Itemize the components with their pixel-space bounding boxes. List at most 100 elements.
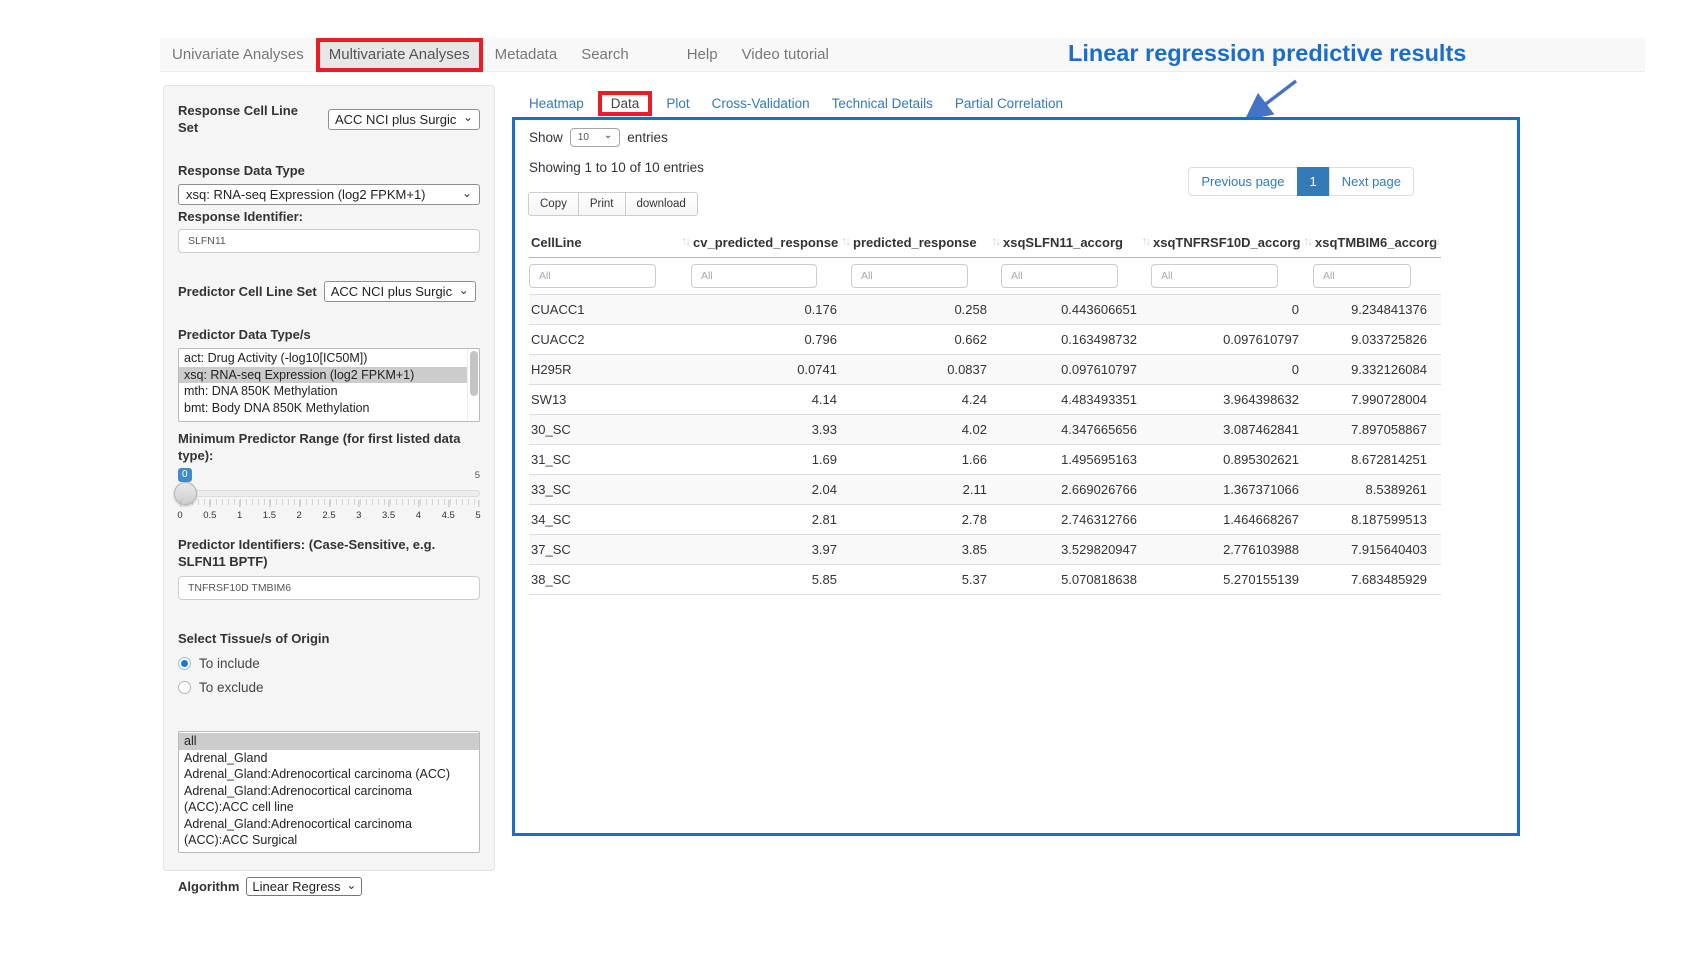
cell-xsqtnfrsf10d-accorg: 1.367371066 xyxy=(1151,475,1313,505)
sort-icon: ↑↓ xyxy=(682,236,690,248)
column-header-label: cv_predicted_response xyxy=(693,235,838,250)
list-option-adrenal-gland[interactable]: Adrenal_Gland xyxy=(179,750,479,767)
cell-predicted-response: 2.78 xyxy=(851,505,1001,535)
sort-icon: ↑↓ xyxy=(992,236,1000,248)
column-header-xsqtmbim6-accorg[interactable]: xsqTMBIM6_accorg↑↓ xyxy=(1313,229,1441,258)
result-tabs: HeatmapDataPlotCross-ValidationTechnical… xyxy=(518,89,1074,117)
scrollbar[interactable] xyxy=(467,349,479,421)
slider-tick-label: 2.5 xyxy=(322,510,335,521)
tab-plot[interactable]: Plot xyxy=(655,92,700,115)
list-option-xsq-rna-seq-expression-log2-fpkm-1[interactable]: xsq: RNA-seq Expression (log2 FPKM+1) xyxy=(179,367,479,384)
radio-to-include[interactable]: To include xyxy=(178,656,480,671)
nav-item-search[interactable]: Search xyxy=(569,38,641,72)
column-header-predicted-response[interactable]: predicted_response↑↓ xyxy=(851,229,1001,258)
slider-track[interactable] xyxy=(178,490,480,497)
tab-heatmap[interactable]: Heatmap xyxy=(518,92,595,115)
list-option-mth-dna-850k-methylation[interactable]: mth: DNA 850K Methylation xyxy=(179,383,479,400)
download-button[interactable]: download xyxy=(625,192,698,216)
nav-item-multivariate-analyses[interactable]: Multivariate Analyses xyxy=(316,38,483,72)
tab-partial-correlation[interactable]: Partial Correlation xyxy=(944,92,1074,115)
select-value: 10 xyxy=(578,132,589,143)
table-header-row: CellLine↑↓cv_predicted_response↑↓predict… xyxy=(529,229,1441,258)
column-header-xsqslfn11-accorg[interactable]: xsqSLFN11_accorg↑↓ xyxy=(1001,229,1151,258)
table-row[interactable]: SW134.144.244.4834933513.9643986327.9907… xyxy=(529,385,1441,415)
column-filter-input-predicted-response[interactable] xyxy=(851,264,968,288)
cell-xsqtnfrsf10d-accorg: 1.464668267 xyxy=(1151,505,1313,535)
column-header-cv-predicted-response[interactable]: cv_predicted_response↑↓ xyxy=(691,229,851,258)
response-data-type-select[interactable]: xsq: RNA-seq Expression (log2 FPKM+1) ⌄ xyxy=(178,184,480,205)
tab-technical-details[interactable]: Technical Details xyxy=(821,92,944,115)
list-option-all[interactable]: all xyxy=(179,733,479,750)
tab-data[interactable]: Data xyxy=(598,91,653,116)
cell-xsqslfn11-accorg: 0.443606651 xyxy=(1001,295,1151,325)
cell-xsqslfn11-accorg: 0.163498732 xyxy=(1001,325,1151,355)
page: Univariate AnalysesMultivariate Analyses… xyxy=(0,0,1700,956)
table-body: CUACC10.1760.2580.44360665109.234841376C… xyxy=(529,295,1441,595)
cell-xsqtnfrsf10d-accorg: 2.776103988 xyxy=(1151,535,1313,565)
list-option-act-drug-activity-log10-ic50m[interactable]: act: Drug Activity (-log10[IC50M]) xyxy=(179,350,479,367)
cell-xsqtnfrsf10d-accorg: 0 xyxy=(1151,355,1313,385)
column-header-cellline[interactable]: CellLine↑↓ xyxy=(529,229,691,258)
slider-handle[interactable] xyxy=(174,482,197,505)
cell-cellline: 33_SC xyxy=(529,475,691,505)
table-row[interactable]: CUACC10.1760.2580.44360665109.234841376 xyxy=(529,295,1441,325)
radio-unselected-icon[interactable] xyxy=(178,681,191,694)
filter-cell xyxy=(529,258,691,295)
cell-xsqslfn11-accorg: 5.070818638 xyxy=(1001,565,1151,595)
tissue-radio-group: To include To exclude xyxy=(178,656,480,695)
list-option-adrenal-gland-adrenocortical-carcinoma-acc-acc-cell-line[interactable]: Adrenal_Gland:Adrenocortical carcinoma (… xyxy=(179,783,479,816)
cell-xsqtmbim6-accorg: 8.5389261 xyxy=(1313,475,1441,505)
table-row[interactable]: CUACC20.7960.6620.1634987320.0976107979.… xyxy=(529,325,1441,355)
predictor-cell-line-set-select[interactable]: ACC NCI plus Surgical ⌄ xyxy=(324,281,476,302)
predictor-identifiers-input[interactable] xyxy=(178,576,480,600)
tab-cross-validation[interactable]: Cross-Validation xyxy=(701,92,821,115)
response-identifier-input[interactable] xyxy=(178,229,480,253)
table-row[interactable]: 34_SC2.812.782.7463127661.4646682678.187… xyxy=(529,505,1441,535)
cell-xsqtnfrsf10d-accorg: 0 xyxy=(1151,295,1313,325)
nav-item-univariate-analyses[interactable]: Univariate Analyses xyxy=(160,38,316,72)
list-option-adrenal-gland-adrenocortical-carcinoma-acc-acc-surgical[interactable]: Adrenal_Gland:Adrenocortical carcinoma (… xyxy=(179,816,479,849)
tissue-origin-label: Select Tissue/s of Origin xyxy=(178,630,480,647)
scrollbar-thumb[interactable] xyxy=(470,351,478,396)
column-filter-input-xsqslfn11-accorg[interactable] xyxy=(1001,264,1118,288)
list-option-adrenal-gland-adrenocortical-carcinoma-acc[interactable]: Adrenal_Gland:Adrenocortical carcinoma (… xyxy=(179,766,479,783)
nav-item-metadata[interactable]: Metadata xyxy=(483,38,570,72)
page-1-button[interactable]: 1 xyxy=(1297,167,1330,196)
column-filter-input-xsqtnfrsf10d-accorg[interactable] xyxy=(1151,264,1278,288)
cell-cv-predicted-response: 2.04 xyxy=(691,475,851,505)
cell-xsqtnfrsf10d-accorg: 0.097610797 xyxy=(1151,325,1313,355)
column-header-xsqtnfrsf10d-accorg[interactable]: xsqTNFRSF10D_accorg↑↓ xyxy=(1151,229,1313,258)
min-predictor-range-slider[interactable]: 0 5 00.511.522.533.544.55 xyxy=(178,468,480,524)
nav-item-help[interactable]: Help xyxy=(675,38,730,72)
copy-button[interactable]: Copy xyxy=(528,192,579,216)
print-button[interactable]: Print xyxy=(578,192,626,216)
radio-to-exclude[interactable]: To exclude xyxy=(178,680,480,695)
column-filter-input-cellline[interactable] xyxy=(529,264,656,288)
nav-item-video-tutorial[interactable]: Video tutorial xyxy=(730,38,841,72)
table-row[interactable]: 38_SC5.855.375.0708186385.2701551397.683… xyxy=(529,565,1441,595)
table-row[interactable]: H295R0.07410.08370.09761079709.332126084 xyxy=(529,355,1441,385)
chevron-down-icon: ⌄ xyxy=(346,881,356,889)
show-entries-select[interactable]: 10 ⌄ xyxy=(570,128,621,147)
column-filter-input-xsqtmbim6-accorg[interactable] xyxy=(1313,264,1411,288)
column-filter-input-cv-predicted-response[interactable] xyxy=(691,264,817,288)
data-panel: Show 10 ⌄ entries Showing 1 to 10 of 10 … xyxy=(512,117,1520,836)
response-cell-line-set-select[interactable]: ACC NCI plus Surgical ⌄ xyxy=(328,109,480,130)
cell-xsqtnfrsf10d-accorg: 0.895302621 xyxy=(1151,445,1313,475)
algorithm-select[interactable]: Linear Regression ⌄ xyxy=(246,877,362,896)
previous-page-button[interactable]: Previous page xyxy=(1188,167,1297,196)
pagination: Previous page 1 Next page xyxy=(1189,167,1414,196)
table-row[interactable]: 33_SC2.042.112.6690267661.3673710668.538… xyxy=(529,475,1441,505)
table-row[interactable]: 31_SC1.691.661.4956951630.8953026218.672… xyxy=(529,445,1441,475)
predictor-data-type-list: act: Drug Activity (-log10[IC50M])xsq: R… xyxy=(178,348,480,422)
list-option-bmt-body-dna-850k-methylation[interactable]: bmt: Body DNA 850K Methylation xyxy=(179,400,479,417)
radio-selected-icon[interactable] xyxy=(178,657,191,670)
table-row[interactable]: 30_SC3.934.024.3476656563.0874628417.897… xyxy=(529,415,1441,445)
predictor-cell-line-set-label: Predictor Cell Line Set xyxy=(178,283,317,300)
table-row[interactable]: 37_SC3.973.853.5298209472.7761039887.915… xyxy=(529,535,1441,565)
cell-xsqslfn11-accorg: 1.495695163 xyxy=(1001,445,1151,475)
slider-max-label: 5 xyxy=(475,470,480,481)
cell-cellline: 34_SC xyxy=(529,505,691,535)
next-page-button[interactable]: Next page xyxy=(1329,167,1414,196)
slider-tick-labels: 00.511.522.533.544.55 xyxy=(180,510,478,522)
